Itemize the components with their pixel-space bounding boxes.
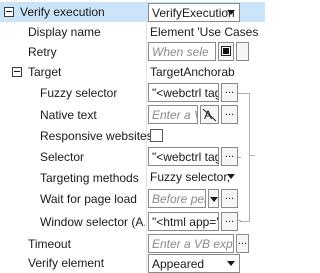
row-verify-element: Verify element Appeared <box>0 254 265 273</box>
bracket-tick <box>249 155 255 156</box>
timeout-input[interactable]: Enter a VB exp <box>148 234 234 253</box>
responsive-websites-label: Responsive websites <box>40 129 153 143</box>
native-text-input[interactable]: Enter a VE <box>148 105 198 124</box>
text-cursor-strike-icon: A <box>202 108 217 122</box>
verify-element-select[interactable]: Appeared <box>148 254 240 273</box>
targeting-methods-label: Targeting methods <box>40 171 139 185</box>
row-display-name: Display name Element 'Use Cases <box>0 22 265 42</box>
responsive-websites-checkbox[interactable] <box>150 129 163 142</box>
svg-text:A: A <box>204 108 212 122</box>
target-label: Target <box>28 65 62 79</box>
row-target: Target TargetAnchorab <box>0 62 265 82</box>
wait-for-page-load-more-button[interactable]: ... <box>221 189 238 208</box>
row-verify-execution[interactable]: Verify execution VerifyExecution <box>0 2 265 22</box>
target-value[interactable]: TargetAnchorab <box>150 65 265 79</box>
retry-more-button[interactable] <box>236 42 249 61</box>
native-text-more-button[interactable]: ... <box>221 105 238 124</box>
targeting-methods-select[interactable]: Fuzzy selector, <box>148 168 238 187</box>
row-responsive-websites: Responsive websites <box>0 126 265 146</box>
verify-element-label: Verify element <box>28 256 105 270</box>
native-text-label: Native text <box>40 108 97 122</box>
display-name-value[interactable]: Element 'Use Cases <box>150 25 265 39</box>
verify-element-value: Appeared <box>152 257 205 271</box>
row-selector: Selector "<webctrl tag ... <box>0 146 265 168</box>
timeout-label: Timeout <box>28 237 71 251</box>
bracket-tick <box>238 93 241 94</box>
verify-execution-select[interactable]: VerifyExecution <box>148 3 240 22</box>
row-native-text: Native text Enter a VE A ... <box>0 104 265 126</box>
window-selector-more-button[interactable]: ... <box>221 212 238 231</box>
display-name-label: Display name <box>28 25 101 39</box>
window-selector-label: Window selector (A... <box>40 215 145 229</box>
verify-execution-value: VerifyExecution <box>152 6 235 20</box>
selector-label: Selector <box>40 150 85 164</box>
retry-input[interactable]: When sele <box>148 42 216 61</box>
properties-grid: Verify execution VerifyExecution Display… <box>0 0 265 273</box>
fuzzy-selector-input[interactable]: "<webctrl tag <box>148 83 219 102</box>
chevron-down-icon <box>227 261 235 266</box>
selector-more-button[interactable]: ... <box>221 147 238 166</box>
row-retry: Retry When sele <box>0 42 265 62</box>
window-selector-input[interactable]: "<html app=' <box>148 212 219 231</box>
chevron-down-icon <box>210 197 218 202</box>
collapse-icon[interactable] <box>4 7 14 17</box>
row-fuzzy-selector: Fuzzy selector "<webctrl tag ... <box>0 82 265 104</box>
chevron-down-icon <box>227 10 235 15</box>
group-bracket <box>240 93 250 222</box>
wait-for-page-load-input[interactable]: Before per <box>148 189 206 208</box>
retry-label: Retry <box>28 45 57 59</box>
collapse-icon[interactable] <box>12 67 22 77</box>
native-text-toggle[interactable]: A <box>200 105 219 124</box>
verify-execution-label: Verify execution <box>20 5 105 19</box>
timeout-more-button[interactable]: ... <box>236 234 249 253</box>
row-wait-for-page-load: Wait for page load Before per ... <box>0 188 265 210</box>
wait-for-page-load-dropdown[interactable] <box>208 189 219 208</box>
bracket-tick <box>238 220 241 221</box>
retry-button[interactable] <box>218 42 234 61</box>
row-window-selector: Window selector (A... "<html app=' ... <box>0 210 265 234</box>
fuzzy-selector-label: Fuzzy selector <box>40 86 118 100</box>
retry-swatch-icon <box>221 46 231 56</box>
row-timeout: Timeout Enter a VB exp ... <box>0 234 265 254</box>
targeting-methods-value: Fuzzy selector, <box>150 170 231 184</box>
wait-for-page-load-label: Wait for page load <box>40 192 137 206</box>
row-targeting-methods: Targeting methods Fuzzy selector, <box>0 168 265 188</box>
fuzzy-selector-more-button[interactable]: ... <box>221 83 238 102</box>
bracket-tick <box>238 157 241 158</box>
selector-input[interactable]: "<webctrl tag <box>148 147 219 166</box>
chevron-down-icon <box>227 174 235 179</box>
